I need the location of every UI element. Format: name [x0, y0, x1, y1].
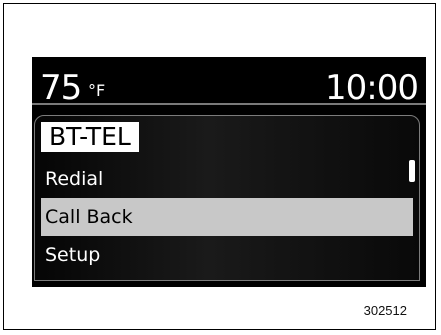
temperature-unit: °F: [88, 81, 106, 100]
scrollbar-track[interactable]: [409, 160, 415, 270]
menu-panel: BT-TEL Redial Call Back Setup: [34, 115, 420, 281]
menu-item-redial[interactable]: Redial: [41, 160, 413, 198]
menu-item-label: Setup: [45, 244, 101, 266]
clock-time: 10:00: [325, 68, 419, 108]
menu-item-setup[interactable]: Setup: [41, 236, 413, 274]
temperature-value: 75: [40, 68, 82, 108]
scrollbar-thumb[interactable]: [409, 160, 415, 182]
menu-item-label: Call Back: [45, 206, 133, 228]
menu-title: BT-TEL: [41, 122, 139, 152]
status-divider: [32, 103, 426, 105]
menu-item-call-back[interactable]: Call Back: [41, 198, 413, 236]
menu-list: Redial Call Back Setup: [41, 160, 413, 274]
menu-item-label: Redial: [45, 168, 104, 190]
display-screen: 75 °F 10:00 BT-TEL Redial Call Back Setu…: [32, 57, 426, 287]
figure-code: 302512: [363, 303, 407, 318]
